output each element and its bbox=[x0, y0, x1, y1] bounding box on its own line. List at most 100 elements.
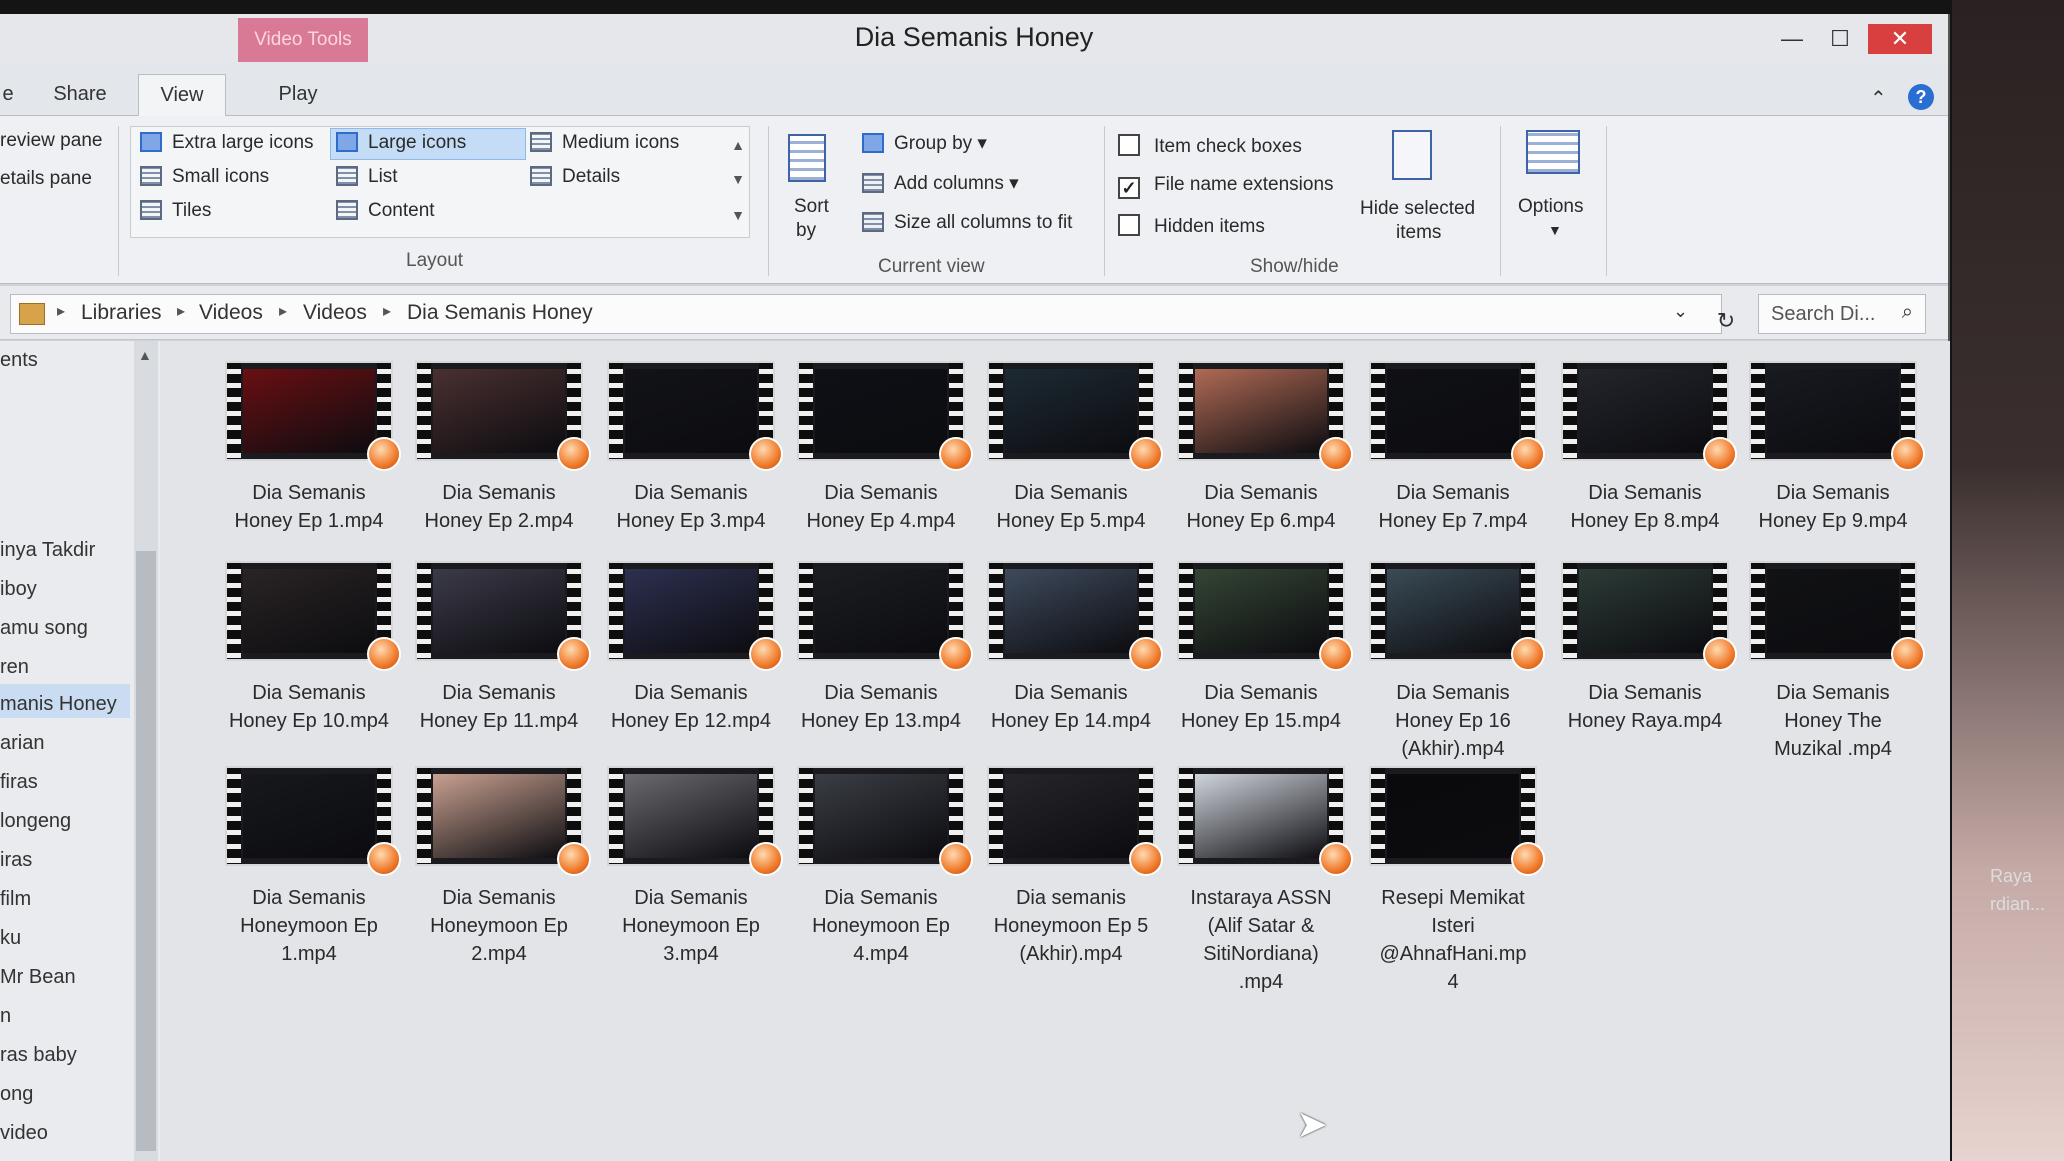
tab-view[interactable]: View bbox=[138, 74, 226, 116]
video-thumbnail[interactable] bbox=[1177, 561, 1353, 671]
content-option[interactable]: Content bbox=[336, 200, 435, 222]
video-thumbnail[interactable] bbox=[797, 766, 973, 876]
large-icons-option[interactable]: Large icons bbox=[336, 132, 466, 154]
video-file-tile[interactable]: Dia Semanis Honey Ep 2.mp4 bbox=[404, 361, 594, 535]
options-button[interactable]: Options ▼ bbox=[1512, 130, 1602, 250]
video-file-tile[interactable]: Dia Semanis Honey The Muzikal .mp4 bbox=[1738, 561, 1928, 763]
video-thumbnail[interactable] bbox=[1369, 361, 1545, 471]
nav-item[interactable]: inya Takdir bbox=[0, 539, 95, 562]
nav-item[interactable]: video bbox=[0, 1122, 48, 1145]
video-file-tile[interactable]: Dia Semanis Honey Ep 7.mp4 bbox=[1358, 361, 1548, 535]
breadcrumb-libraries[interactable]: Libraries bbox=[81, 301, 162, 325]
layout-scroll-up-icon[interactable]: ▲ bbox=[728, 130, 748, 160]
nav-item[interactable]: firas bbox=[0, 771, 38, 794]
add-columns-button[interactable]: Add columns ▾ bbox=[862, 172, 1019, 195]
nav-item[interactable]: film bbox=[0, 888, 31, 911]
layout-scroll-down-icon[interactable]: ▼ bbox=[728, 164, 748, 194]
help-icon[interactable]: ? bbox=[1908, 84, 1934, 110]
tiles-option[interactable]: Tiles bbox=[140, 200, 211, 222]
video-file-tile[interactable]: Dia Semanis Honeymoon Ep 3.mp4 bbox=[596, 766, 786, 968]
nav-item[interactable]: ku bbox=[0, 927, 21, 950]
video-thumbnail[interactable] bbox=[987, 561, 1163, 671]
video-file-tile[interactable]: Dia Semanis Honey Ep 1.mp4 bbox=[214, 361, 404, 535]
video-thumbnail[interactable] bbox=[607, 766, 783, 876]
video-file-tile[interactable]: Dia Semanis Honey Ep 10.mp4 bbox=[214, 561, 404, 735]
breadcrumb-videos-2[interactable]: Videos bbox=[303, 301, 367, 325]
item-check-boxes-checkbox[interactable] bbox=[1118, 134, 1140, 156]
video-file-tile[interactable]: Dia Semanis Honey Ep 11.mp4 bbox=[404, 561, 594, 735]
video-file-tile[interactable]: Dia Semanis Honey Ep 3.mp4 bbox=[596, 361, 786, 535]
video-file-tile[interactable]: Dia Semanis Honey Ep 13.mp4 bbox=[786, 561, 976, 735]
video-file-tile[interactable]: Dia Semanis Honey Ep 8.mp4 bbox=[1550, 361, 1740, 535]
file-name-extensions-checkbox[interactable]: ✓ bbox=[1118, 177, 1140, 199]
video-thumbnail[interactable] bbox=[225, 766, 401, 876]
video-thumbnail[interactable] bbox=[415, 361, 591, 471]
video-file-tile[interactable]: Dia Semanis Honey Ep 5.mp4 bbox=[976, 361, 1166, 535]
nav-item[interactable]: ents bbox=[0, 349, 38, 372]
nav-item[interactable]: iras bbox=[0, 849, 32, 872]
title-bar[interactable]: Video Tools Dia Semanis Honey — ☐ ✕ bbox=[0, 14, 1948, 62]
item-check-boxes-toggle[interactable]: Item check boxes bbox=[1118, 134, 1302, 158]
video-thumbnail[interactable] bbox=[415, 766, 591, 876]
nav-item[interactable]: ras baby bbox=[0, 1044, 77, 1067]
video-file-tile[interactable]: Dia Semanis Honeymoon Ep 4.mp4 bbox=[786, 766, 976, 968]
tab-play[interactable]: Play bbox=[258, 74, 338, 116]
video-thumbnail[interactable] bbox=[415, 561, 591, 671]
video-file-tile[interactable]: Dia Semanis Honey Ep 16 (Akhir).mp4 bbox=[1358, 561, 1548, 763]
video-file-tile[interactable]: Dia Semanis Honey Ep 6.mp4 bbox=[1166, 361, 1356, 535]
video-file-tile[interactable]: Dia Semanis Honey Ep 12.mp4 bbox=[596, 561, 786, 735]
video-thumbnail[interactable] bbox=[987, 766, 1163, 876]
scroll-up-icon[interactable]: ▲ bbox=[138, 347, 152, 363]
video-thumbnail[interactable] bbox=[225, 561, 401, 671]
refresh-icon[interactable]: ↻ bbox=[1707, 301, 1745, 341]
nav-item[interactable]: ong bbox=[0, 1083, 33, 1106]
desktop-icon-label[interactable]: Raya bbox=[1990, 866, 2032, 887]
video-thumbnail[interactable] bbox=[797, 561, 973, 671]
video-thumbnail[interactable] bbox=[797, 361, 973, 471]
video-thumbnail[interactable] bbox=[607, 361, 783, 471]
tab-share[interactable]: Share bbox=[40, 74, 120, 116]
search-input[interactable]: Search Di... ⌕ bbox=[1758, 294, 1926, 334]
video-thumbnail[interactable] bbox=[1369, 766, 1545, 876]
list-option[interactable]: List bbox=[336, 166, 398, 188]
hidden-items-toggle[interactable]: Hidden items bbox=[1118, 214, 1265, 238]
nav-item[interactable]: arian bbox=[0, 732, 44, 755]
nav-item[interactable]: ren bbox=[0, 656, 29, 679]
hidden-items-checkbox[interactable] bbox=[1118, 214, 1140, 236]
size-all-columns-button[interactable]: Size all columns to fit bbox=[862, 212, 1072, 234]
search-icon[interactable]: ⌕ bbox=[1902, 301, 1913, 324]
video-file-tile[interactable]: Instaraya ASSN (Alif Satar & SitiNordiana)… bbox=[1166, 766, 1356, 996]
maximize-button[interactable]: ☐ bbox=[1818, 24, 1862, 54]
nav-item[interactable]: longeng bbox=[0, 810, 71, 833]
details-option[interactable]: Details bbox=[530, 166, 620, 188]
video-file-tile[interactable]: Dia Semanis Honeymoon Ep 1.mp4 bbox=[214, 766, 404, 968]
video-file-tile[interactable]: Dia Semanis Honey Ep 4.mp4 bbox=[786, 361, 976, 535]
small-icons-option[interactable]: Small icons bbox=[140, 166, 269, 188]
chevron-right-icon[interactable]: ▸ bbox=[177, 301, 185, 321]
sort-by-button[interactable]: Sort by bbox=[784, 134, 844, 244]
medium-icons-option[interactable]: Medium icons bbox=[530, 132, 679, 154]
nav-item[interactable]: iboy bbox=[0, 578, 37, 601]
video-file-tile[interactable]: Dia Semanis Honey Ep 9.mp4 bbox=[1738, 361, 1928, 535]
nav-item[interactable]: amu song bbox=[0, 617, 88, 640]
video-thumbnail[interactable] bbox=[987, 361, 1163, 471]
video-thumbnail[interactable] bbox=[1369, 561, 1545, 671]
close-button[interactable]: ✕ bbox=[1868, 24, 1932, 54]
breadcrumb-current-folder[interactable]: Dia Semanis Honey bbox=[407, 301, 593, 325]
tab-file[interactable]: e bbox=[0, 74, 16, 116]
chevron-right-icon[interactable]: ▸ bbox=[383, 301, 391, 321]
video-thumbnail[interactable] bbox=[1177, 766, 1353, 876]
preview-pane-button[interactable]: review pane bbox=[0, 130, 102, 152]
video-file-tile[interactable]: Dia Semanis Honey Ep 14.mp4 bbox=[976, 561, 1166, 735]
hide-selected-items-button[interactable]: Hide selected items bbox=[1356, 130, 1486, 250]
extra-large-icons-option[interactable]: Extra large icons bbox=[140, 132, 314, 154]
video-thumbnail[interactable] bbox=[1561, 361, 1737, 471]
breadcrumb-videos[interactable]: Videos bbox=[199, 301, 263, 325]
video-file-tile[interactable]: Resepi Memikat Isteri @AhnafHani.mp 4 bbox=[1358, 766, 1548, 996]
video-file-tile[interactable]: Dia Semanis Honeymoon Ep 2.mp4 bbox=[404, 766, 594, 968]
layout-expand-icon[interactable]: ▼ bbox=[728, 200, 748, 230]
nav-item[interactable]: Mr Bean bbox=[0, 966, 76, 989]
video-thumbnail[interactable] bbox=[1177, 361, 1353, 471]
address-field[interactable]: ▸ Libraries ▸ Videos ▸ Videos ▸ Dia Sema… bbox=[10, 294, 1735, 334]
video-thumbnail[interactable] bbox=[225, 361, 401, 471]
